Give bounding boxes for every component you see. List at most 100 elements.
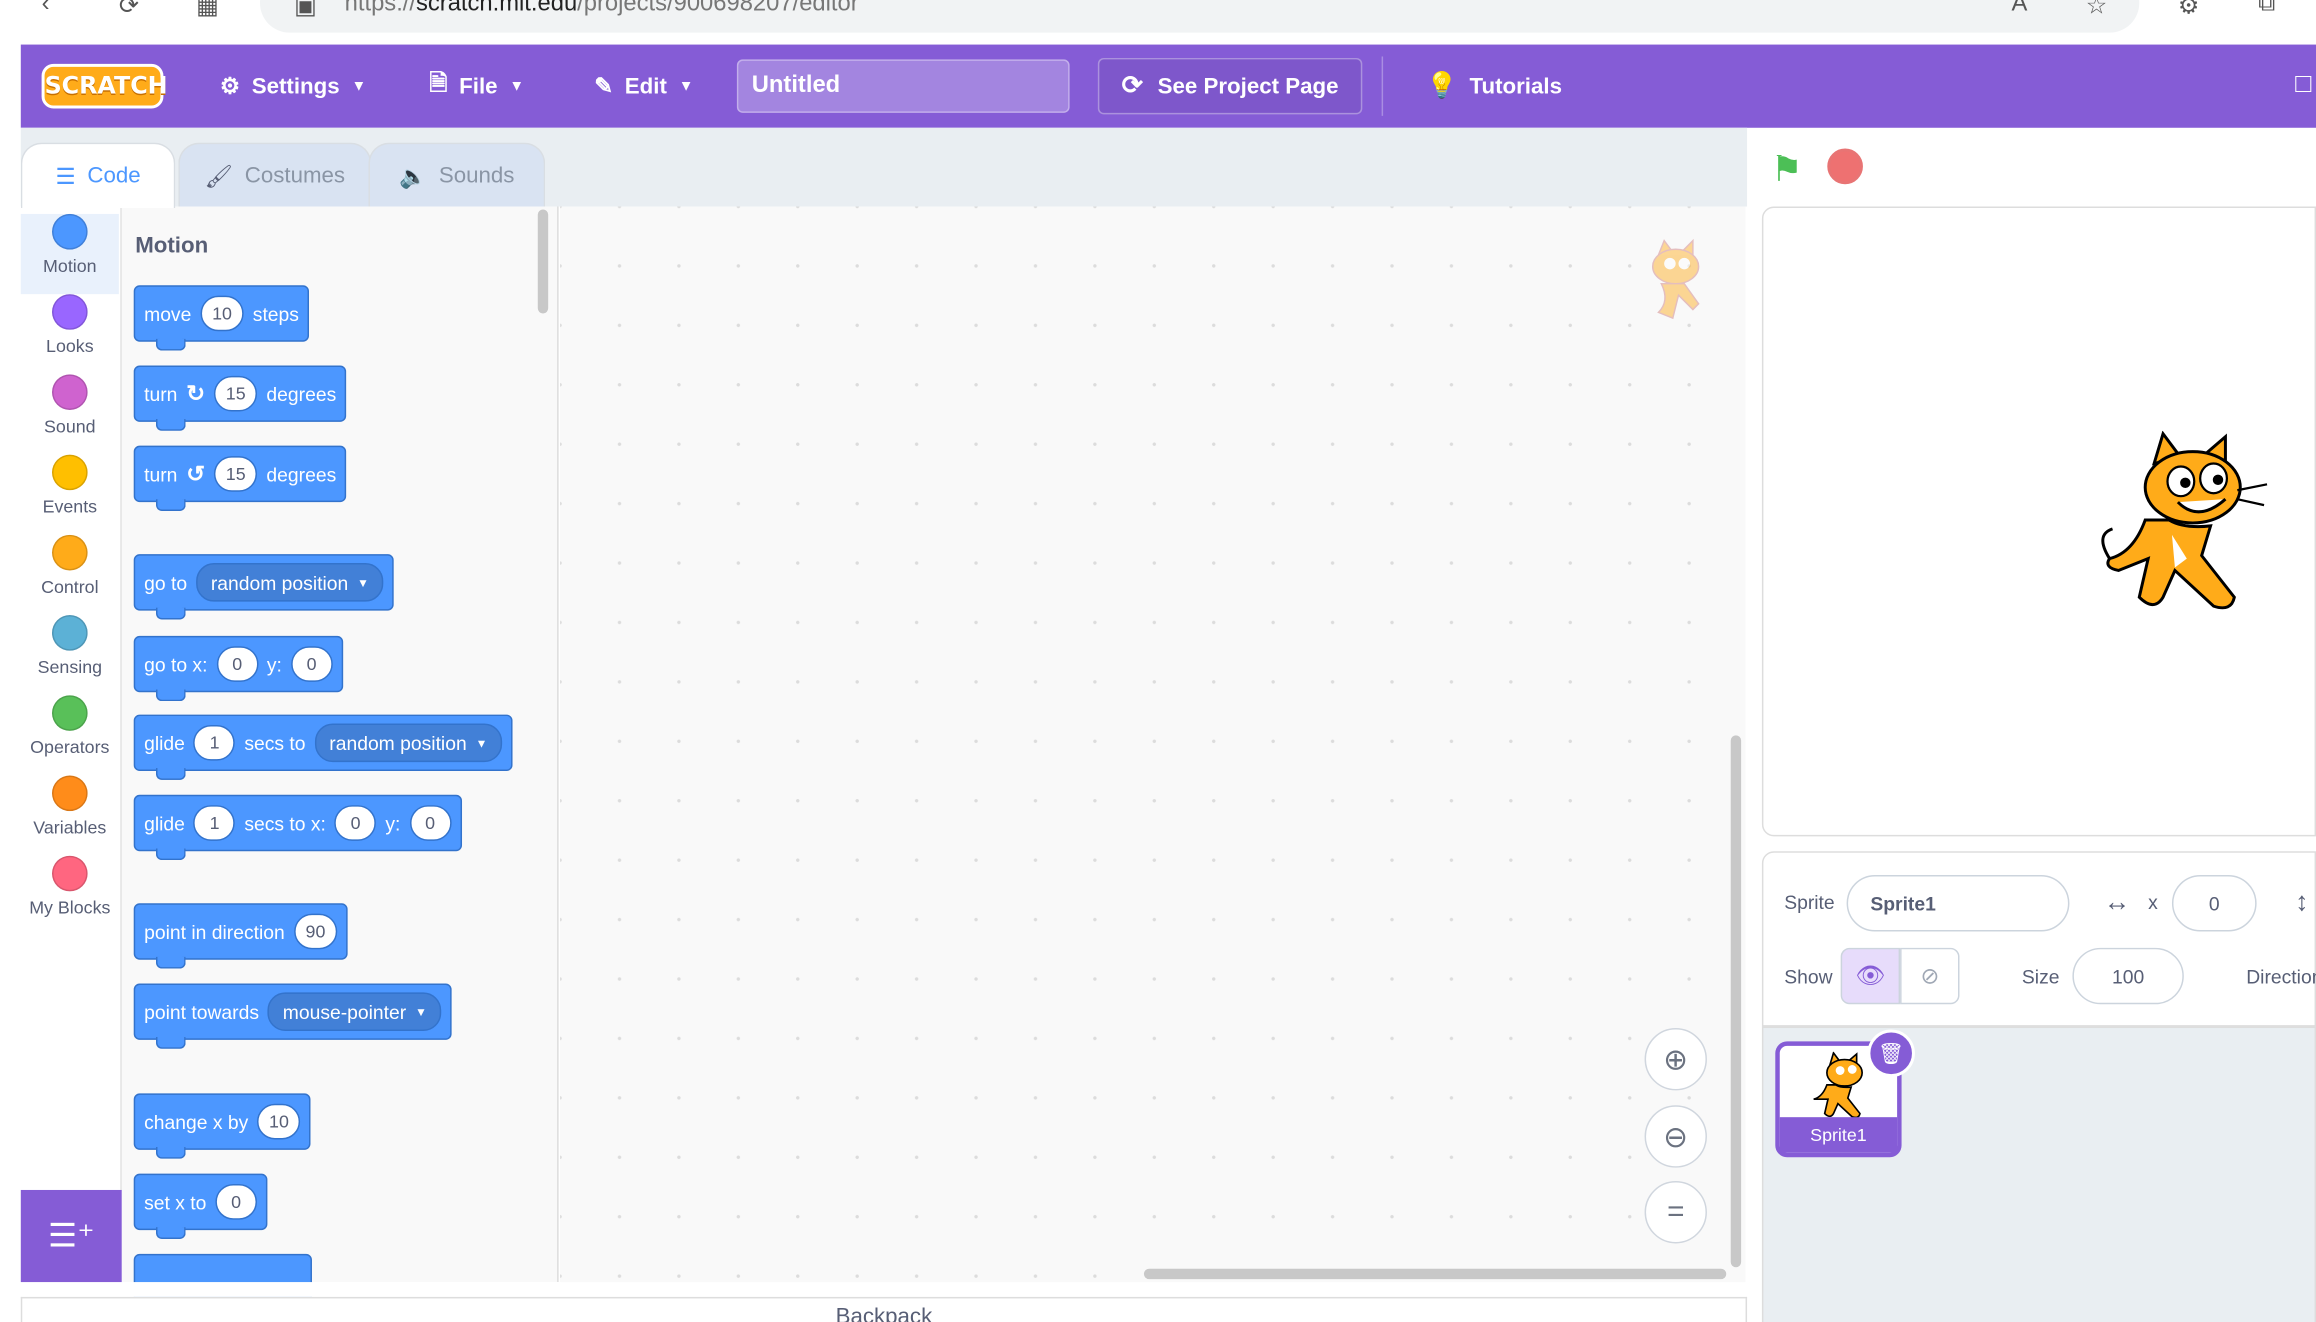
turn-left-block[interactable]: turn ↺ 15 degrees (133, 445, 347, 512)
category-sound[interactable]: Sound (21, 374, 119, 454)
x-input[interactable]: 0 (216, 646, 258, 682)
equals-icon: = (1667, 1195, 1685, 1228)
block-text: y: (266, 652, 282, 676)
tab-sounds-label: Sounds (438, 163, 515, 189)
block-text: move (144, 302, 192, 325)
glide-to-block[interactable]: glide 1 secs to random position ▼ (133, 714, 513, 780)
steps-input[interactable]: 10 (200, 295, 244, 332)
apps-icon[interactable]: ▦ (196, 0, 218, 21)
folder-icon[interactable]: □ (2295, 68, 2311, 99)
category-label: Sensing (37, 656, 103, 678)
degrees-input[interactable]: 15 (213, 375, 258, 412)
sprite-name-label: Sprite (1784, 891, 1835, 914)
edit-menu[interactable]: ✎ Edit ▼ (594, 62, 693, 110)
rotate-right-icon: ↻ (186, 381, 205, 408)
hide-sprite-button[interactable]: ⊘ (1900, 947, 1960, 1005)
x-input[interactable]: 0 (334, 805, 377, 841)
category-control[interactable]: Control (21, 534, 119, 615)
backpack-header[interactable]: Backpack (20, 1296, 1748, 1322)
block-text: turn (144, 382, 178, 405)
change-x-input[interactable]: 10 (257, 1103, 301, 1140)
show-sprite-button[interactable]: 👁 (1840, 947, 1901, 1005)
category-dot-icon (51, 615, 88, 651)
point-in-direction-block[interactable]: point in direction 90 (133, 903, 348, 969)
glide-target-dropdown[interactable]: random position ▼ (314, 723, 503, 763)
chevron-down-icon: ▼ (678, 77, 694, 95)
green-flag-button[interactable]: ⚑ (1771, 149, 1803, 192)
category-motion[interactable]: Motion (20, 213, 119, 295)
secs-input[interactable]: 1 (193, 724, 236, 761)
see-project-page-button[interactable]: ⟳ See Project Page (1097, 57, 1363, 115)
category-dot-icon (51, 695, 88, 731)
size-input[interactable]: 100 (2072, 947, 2184, 1005)
palette-scrollbar[interactable] (537, 209, 549, 314)
block-text: y: (385, 811, 401, 835)
set-x-input[interactable]: 0 (215, 1184, 257, 1220)
remix-arrows-icon: ⟳ (1121, 71, 1143, 100)
change-x-block[interactable]: change x by 10 (133, 1093, 312, 1159)
site-info-icon[interactable]: ▣ (294, 0, 316, 21)
cat-sprite-icon[interactable] (2095, 430, 2270, 615)
script-horizontal-scrollbar[interactable] (1143, 1268, 1727, 1280)
sprite-thumbnail (1813, 1051, 1863, 1119)
url-text[interactable]: https://scratch.mit.edu/projects/9006982… (345, 0, 859, 18)
project-title-input[interactable]: Untitled (736, 59, 1070, 113)
secs-input[interactable]: 1 (193, 805, 236, 841)
category-variables[interactable]: Variables (21, 775, 119, 855)
back-icon[interactable]: ‹ (42, 0, 50, 18)
extensions-icon[interactable]: ⚙ (2178, 0, 2199, 21)
category-events[interactable]: Events (21, 454, 119, 535)
tab-actions-icon[interactable]: ⧉ (2258, 0, 2275, 18)
turn-right-block[interactable]: turn ↻ 15 degrees (133, 365, 347, 431)
stop-button[interactable] (1827, 148, 1863, 185)
scratch-logo[interactable]: SCRATCH (41, 63, 168, 109)
point-towards-block[interactable]: point towards mouse-pointer ▼ (133, 983, 453, 1049)
degrees-input[interactable]: 15 (213, 456, 258, 492)
read-aloud-icon[interactable]: A (2012, 0, 2028, 18)
bookmark-icon[interactable]: ☆ (2086, 0, 2107, 21)
block-text: degrees (266, 382, 337, 405)
delete-sprite-button[interactable]: 🗑 (1867, 1029, 1915, 1078)
go-to-xy-block[interactable]: go to x: 0 y: 0 (133, 635, 343, 702)
block-text: glide (144, 731, 185, 754)
category-looks[interactable]: Looks (21, 294, 119, 374)
category-label: My Blocks (29, 897, 111, 919)
block-text: point towards (144, 1000, 259, 1023)
add-extension-button[interactable]: ☰⁺ (20, 1189, 122, 1283)
dropdown-value: random position (210, 571, 349, 594)
y-input[interactable]: 0 (290, 646, 333, 682)
x-position-input[interactable]: 0 (2171, 875, 2257, 932)
tab-code[interactable]: ☰ Code (20, 142, 176, 208)
sprite-name-input[interactable]: Sprite1 (1846, 875, 2070, 932)
tab-costumes-label: Costumes (244, 163, 346, 189)
y-input[interactable]: 0 (409, 805, 451, 841)
move-steps-block[interactable]: move 10 steps (133, 285, 310, 351)
category-my-blocks[interactable]: My Blocks (21, 855, 119, 936)
zoom-reset-button[interactable]: = (1644, 1181, 1707, 1244)
block-text: set x to (144, 1190, 207, 1213)
tab-sounds[interactable]: 🔈 Sounds (368, 142, 546, 208)
show-label: Show (1784, 965, 1833, 988)
eye-slash-icon: ⊘ (1920, 964, 1940, 990)
vertical-arrows-icon: ↕ (2295, 886, 2309, 917)
go-to-block[interactable]: go to random position ▼ (133, 554, 395, 620)
script-vertical-scrollbar[interactable] (1730, 735, 1742, 1268)
direction-input[interactable]: 90 (293, 913, 338, 950)
category-operators[interactable]: Operators (21, 695, 119, 775)
tab-costumes[interactable]: 🖌 Costumes (178, 142, 372, 208)
zoom-out-button[interactable]: ⊖ (1644, 1105, 1707, 1168)
go-to-target-dropdown[interactable]: random position ▼ (195, 563, 384, 602)
set-x-block[interactable]: set x to 0 (133, 1173, 268, 1239)
settings-label: Settings (251, 73, 340, 99)
settings-menu[interactable]: ⚙ Settings ▼ (220, 62, 366, 110)
file-menu[interactable]: 🗎 File ▼ (429, 62, 524, 110)
block-text: glide (144, 811, 185, 835)
speaker-icon: 🔈 (399, 164, 427, 190)
script-area[interactable] (560, 206, 1746, 1283)
zoom-in-button[interactable]: ⊕ (1644, 1028, 1707, 1091)
tutorials-button[interactable]: 💡 Tutorials (1426, 62, 1562, 110)
glide-to-xy-block[interactable]: glide 1 secs to x: 0 y: 0 (133, 794, 462, 861)
category-sensing[interactable]: Sensing (21, 615, 119, 695)
reload-icon[interactable]: ⟳ (119, 0, 139, 21)
point-towards-dropdown[interactable]: mouse-pointer ▼ (267, 992, 442, 1032)
